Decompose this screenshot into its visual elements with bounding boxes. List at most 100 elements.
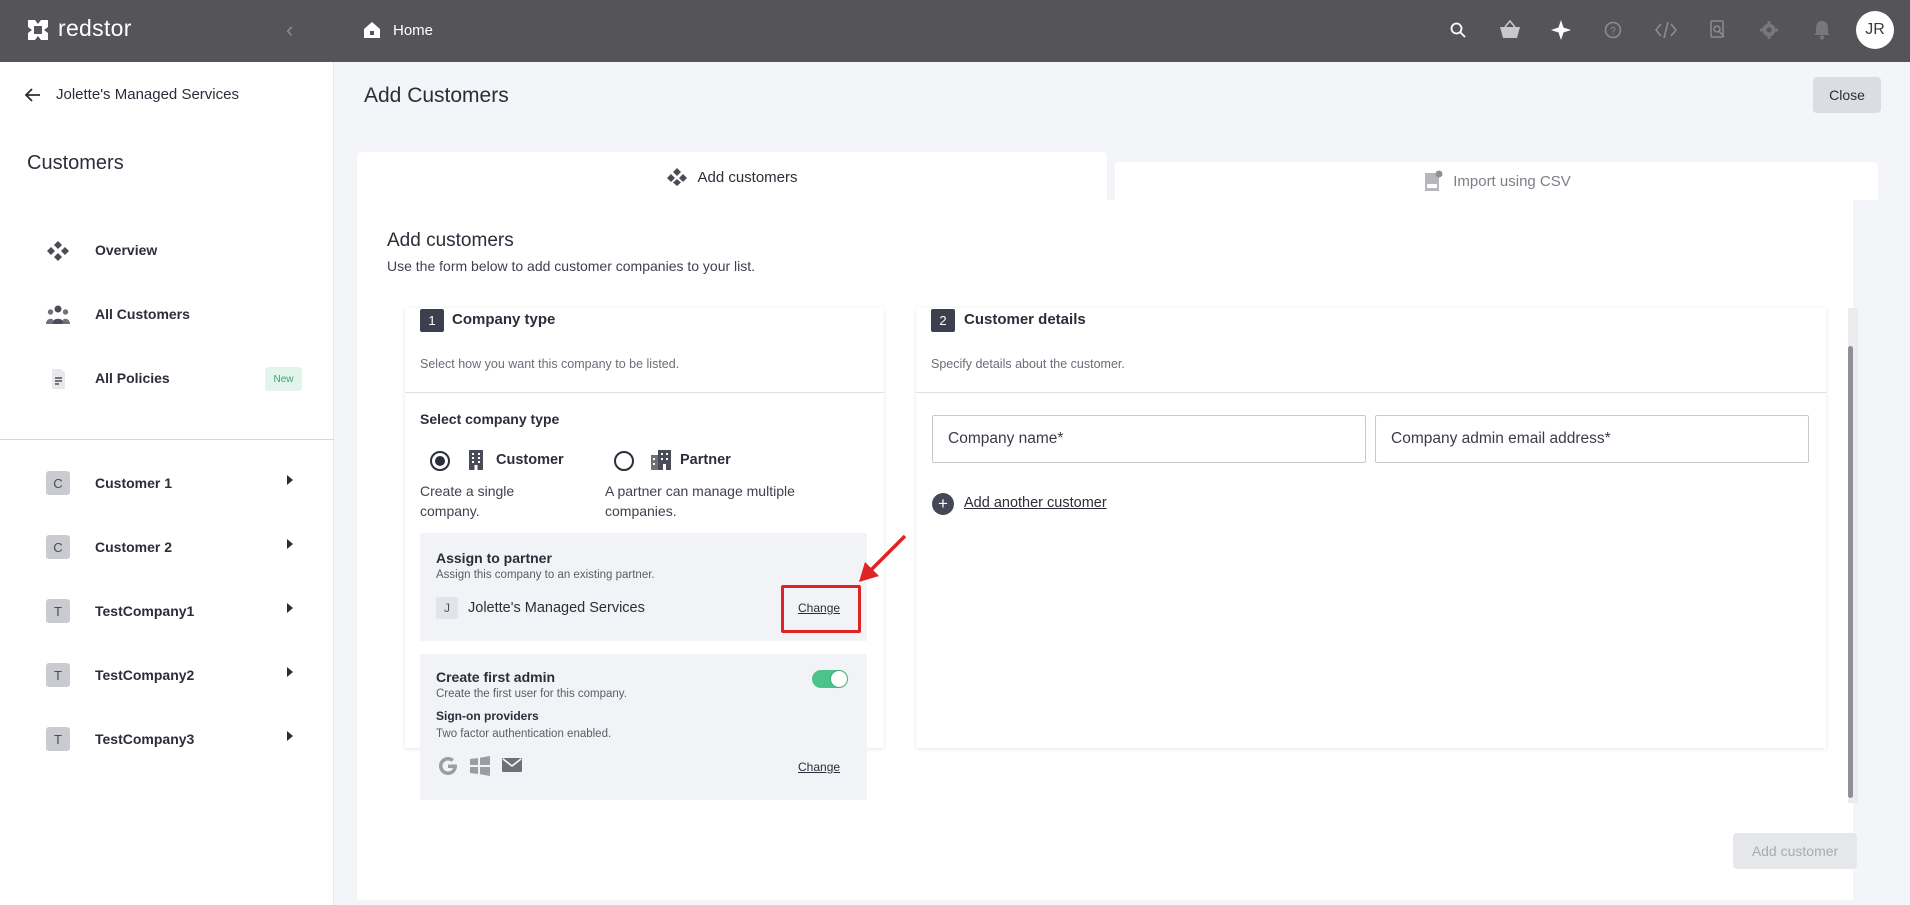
sidebar-customer-item[interactable]: T TestCompany2 xyxy=(0,654,334,694)
change-providers-link[interactable]: Change xyxy=(798,760,840,774)
select-company-type-label: Select company type xyxy=(420,411,560,427)
code-icon[interactable] xyxy=(1654,18,1678,42)
radio-customer[interactable] xyxy=(430,451,450,471)
sidebar-item-label: Overview xyxy=(95,242,158,258)
tab-label: Import using CSV xyxy=(1453,172,1571,190)
sidebar: Jolette's Managed Services Customers Ove… xyxy=(0,62,334,905)
panel-subtitle: Use the form below to add customer compa… xyxy=(387,258,756,274)
user-avatar[interactable]: JR xyxy=(1856,11,1894,49)
radio-customer-label[interactable]: Customer xyxy=(496,452,564,468)
caret-right-icon[interactable] xyxy=(287,731,293,741)
sidebar-customer-item[interactable]: C Customer 2 xyxy=(0,526,334,566)
new-badge: New xyxy=(265,367,302,391)
annotation-arrow-icon xyxy=(859,534,907,582)
back-link[interactable]: Jolette's Managed Services xyxy=(56,86,239,103)
step-number: 2 xyxy=(931,309,955,332)
tab-import-csv[interactable]: Import using CSV xyxy=(1115,162,1878,200)
divider xyxy=(405,392,884,393)
overview-icon xyxy=(47,241,69,261)
basket-icon[interactable] xyxy=(1498,18,1522,42)
step-title: Customer details xyxy=(964,311,1086,328)
customer-label: TestCompany2 xyxy=(95,667,195,683)
customer-avatar: C xyxy=(46,535,70,559)
partner-avatar: J xyxy=(436,597,458,619)
customer-label: TestCompany1 xyxy=(95,603,195,619)
divider xyxy=(916,392,1826,393)
sparkle-icon[interactable] xyxy=(1549,18,1573,42)
top-bar: redstor ‹ Home ? JR xyxy=(0,0,1910,62)
caret-right-icon[interactable] xyxy=(287,667,293,677)
sidebar-customer-item[interactable]: C Customer 1 xyxy=(0,462,334,502)
sidebar-item-all-customers[interactable]: All Customers xyxy=(0,294,334,334)
customer-avatar: C xyxy=(46,471,70,495)
sidebar-customer-item[interactable]: T TestCompany1 xyxy=(0,590,334,630)
assign-partner-subtitle: Assign this company to an existing partn… xyxy=(436,569,655,581)
customer-description: Create a single company. xyxy=(420,483,515,519)
company-name-input[interactable] xyxy=(932,415,1366,463)
brand-area: redstor ‹ xyxy=(0,0,334,62)
sidebar-item-overview[interactable]: Overview xyxy=(0,230,334,270)
assign-partner-title: Assign to partner xyxy=(436,550,552,566)
radio-partner[interactable] xyxy=(614,451,634,471)
customer-label: Customer 2 xyxy=(95,539,173,555)
customer-avatar: T xyxy=(46,727,70,751)
customer-label: TestCompany3 xyxy=(95,731,195,747)
step-subtitle: Select how you want this company to be l… xyxy=(420,357,680,371)
help-icon[interactable]: ? xyxy=(1601,18,1625,42)
home-icon[interactable] xyxy=(363,21,381,39)
partner-name: Jolette's Managed Services xyxy=(468,600,645,616)
gear-icon[interactable] xyxy=(1757,18,1781,42)
create-admin-title: Create first admin xyxy=(436,669,556,685)
page-title: Add Customers xyxy=(364,84,509,107)
radio-partner-label[interactable]: Partner xyxy=(680,452,731,468)
add-circle-icon[interactable]: + xyxy=(932,493,954,515)
company-admin-email-input[interactable] xyxy=(1375,415,1809,463)
step-number: 1 xyxy=(420,309,444,332)
sidebar-title: Customers xyxy=(27,152,124,174)
sidebar-item-label: All Customers xyxy=(95,306,190,322)
add-another-customer-link[interactable]: Add another customer xyxy=(964,495,1107,511)
sidebar-customer-item[interactable]: T TestCompany3 xyxy=(0,718,334,758)
sign-on-providers-subtitle: Two factor authentication enabled. xyxy=(436,728,612,740)
buildings-icon xyxy=(651,450,671,470)
back-arrow-icon[interactable] xyxy=(24,86,42,104)
customer-avatar: T xyxy=(46,599,70,623)
email-icon xyxy=(502,758,522,772)
close-button[interactable]: Close xyxy=(1813,77,1881,113)
breadcrumb-home[interactable]: Home xyxy=(393,22,433,39)
sidebar-divider xyxy=(0,439,334,440)
partner-description: A partner can manage multiple companies. xyxy=(605,483,795,519)
sidebar-item-label: All Policies xyxy=(95,370,170,386)
brand-name[interactable]: redstor xyxy=(58,15,132,42)
customer-label: Customer 1 xyxy=(95,475,173,491)
caret-right-icon[interactable] xyxy=(287,603,293,613)
create-admin-toggle[interactable] xyxy=(812,670,848,688)
bell-icon[interactable] xyxy=(1810,18,1834,42)
caret-right-icon[interactable] xyxy=(287,475,293,485)
add-customer-button[interactable]: Add customer xyxy=(1733,833,1857,869)
search-doc-icon[interactable] xyxy=(1706,18,1730,42)
scrollbar-thumb[interactable] xyxy=(1848,346,1853,798)
tab-add-customers[interactable]: Add customers xyxy=(357,152,1107,202)
create-admin-subtitle: Create the first user for this company. xyxy=(436,688,627,700)
document-icon xyxy=(52,369,65,389)
customer-details-card xyxy=(916,308,1826,748)
people-icon xyxy=(46,305,70,324)
windows-icon xyxy=(470,756,490,776)
highlight-box xyxy=(781,585,861,633)
step-subtitle: Specify details about the customer. xyxy=(931,357,1125,371)
customer-avatar: T xyxy=(46,663,70,687)
building-icon xyxy=(469,450,483,470)
sidebar-item-all-policies[interactable]: All Policies New xyxy=(0,358,334,398)
caret-right-icon[interactable] xyxy=(287,539,293,549)
add-customers-icon xyxy=(667,168,688,186)
panel-title: Add customers xyxy=(387,230,514,251)
step-title: Company type xyxy=(452,311,556,328)
tab-label: Add customers xyxy=(697,168,798,186)
csv-file-icon xyxy=(1425,170,1443,191)
google-icon xyxy=(439,757,457,775)
redstor-logo-icon[interactable] xyxy=(24,16,52,44)
search-icon[interactable] xyxy=(1446,18,1470,42)
sign-on-providers-title: Sign-on providers xyxy=(436,709,539,723)
collapse-sidebar-icon[interactable]: ‹ xyxy=(286,19,306,41)
